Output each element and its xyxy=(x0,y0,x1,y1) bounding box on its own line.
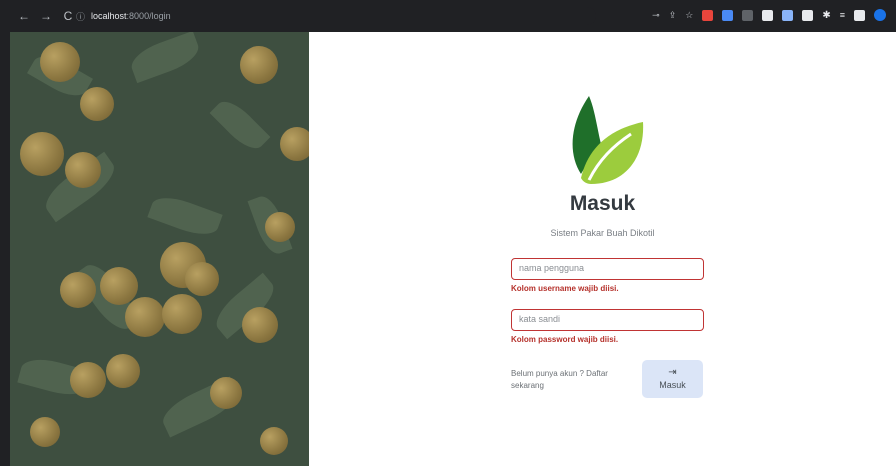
extension-red-icon[interactable] xyxy=(702,9,714,21)
star-icon[interactable]: ☆ xyxy=(685,10,693,21)
username-error: Kolom username wajib diisi. xyxy=(511,284,619,293)
share-icon[interactable]: ⇪ xyxy=(669,10,677,21)
login-button-label: Masuk xyxy=(659,380,686,390)
extension-page-icon[interactable] xyxy=(802,9,814,21)
puzzle-icon[interactable]: ✱ xyxy=(822,10,830,21)
page-subtitle: Sistem Pakar Buah Dikotil xyxy=(550,228,655,238)
address-host: localhost xyxy=(91,11,127,21)
page-title: Masuk xyxy=(569,192,636,215)
browser-toolbar: ← → C ⓘ localhost:8000/login ⊸ ⇪ ☆ ✱ ≡ xyxy=(0,0,896,32)
key-icon[interactable]: ⊸ xyxy=(652,10,660,21)
login-arrow-icon: ⇥ xyxy=(668,367,677,378)
login-button[interactable]: ⇥ Masuk xyxy=(642,360,703,398)
extension-doc-icon[interactable] xyxy=(762,9,774,21)
browser-extensions: ⊸ ⇪ ☆ ✱ ≡ xyxy=(652,9,886,21)
back-icon[interactable]: ← xyxy=(18,9,30,23)
address-bar[interactable]: ⓘ localhost:8000/login xyxy=(76,7,596,25)
extension-blue-icon[interactable] xyxy=(722,9,734,21)
profile-avatar[interactable] xyxy=(874,9,886,21)
extension-gray-icon[interactable] xyxy=(742,9,754,21)
info-icon: ⓘ xyxy=(76,11,86,22)
login-panel: Masuk Sistem Pakar Buah Dikotil nama pen… xyxy=(309,32,896,466)
window-edge xyxy=(0,32,10,466)
reading-list-icon[interactable]: ≡ xyxy=(840,10,845,20)
address-path: :8000/login xyxy=(126,11,171,21)
extension-lightblue-icon[interactable] xyxy=(782,9,794,21)
reload-icon[interactable]: C xyxy=(62,9,74,23)
leaf-logo-icon xyxy=(572,96,644,184)
orange-tree-image xyxy=(10,32,309,466)
forward-icon[interactable]: → xyxy=(40,9,52,23)
password-input[interactable]: kata sandi xyxy=(511,309,704,331)
password-error: Kolom password wajib diisi. xyxy=(511,335,619,344)
browser-nav: ← → C xyxy=(0,9,74,23)
username-input[interactable]: nama pengguna xyxy=(511,258,704,280)
signup-link[interactable]: Belum punya akun ? Daftar sekarang xyxy=(511,368,631,392)
sidepanel-icon[interactable] xyxy=(854,9,865,21)
